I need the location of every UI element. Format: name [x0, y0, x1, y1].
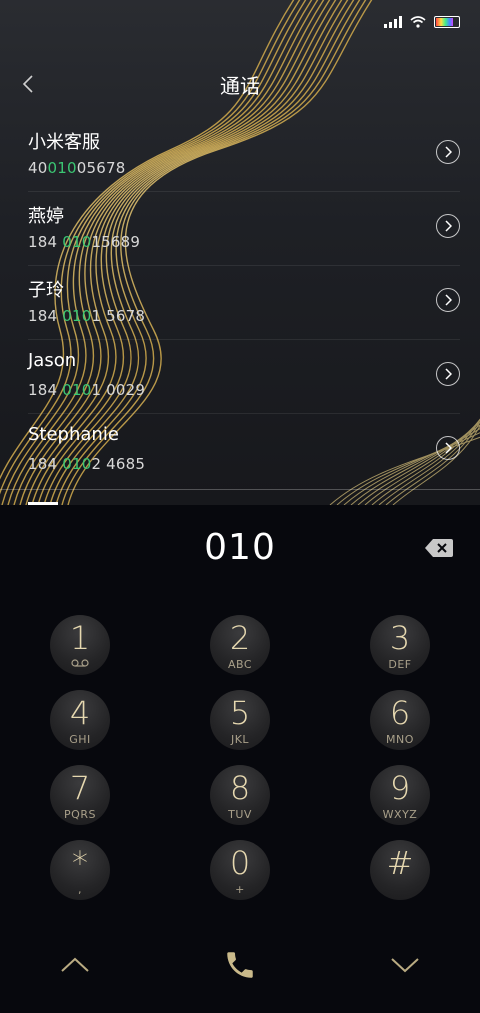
key-3[interactable]: 3 DEF: [370, 615, 430, 675]
key-9[interactable]: 9 WXYZ: [370, 765, 430, 825]
collapse-up-button[interactable]: [50, 945, 100, 985]
list-item[interactable]: 子玲 184 0101 5678: [28, 266, 460, 340]
list-item[interactable]: 燕婷 184 01015689: [28, 192, 460, 266]
contact-name: 燕婷: [28, 206, 64, 227]
status-bar: [0, 0, 480, 44]
key-hash[interactable]: #: [370, 840, 430, 900]
contact-name: Jason: [28, 350, 77, 371]
contact-name: 小米客服: [28, 132, 100, 153]
detail-button[interactable]: [436, 140, 460, 164]
wifi-icon: [410, 16, 426, 28]
chevron-down-icon: [391, 958, 419, 973]
key-6[interactable]: 6 MNO: [370, 690, 430, 750]
chevron-left-icon: [22, 75, 33, 93]
contact-number: 184 0101 5678: [28, 307, 146, 325]
call-log-panel: 通话 小米客服 4001005678 燕婷 184 01015689 子玲 18…: [0, 0, 480, 505]
chevron-right-circle-icon: [445, 294, 452, 306]
list-item-peek: [28, 492, 68, 505]
backspace-icon[interactable]: [424, 537, 454, 559]
collapse-down-button[interactable]: [380, 945, 430, 985]
dialer-panel: 010 1 2 ABC 3 DEF 4 GHI 5 JKL 6 MNO 7 PQ…: [0, 505, 480, 1013]
chevron-right-circle-icon: [445, 146, 452, 158]
contact-list: 小米客服 4001005678 燕婷 184 01015689 子玲 184 0…: [0, 118, 480, 487]
divider: [0, 489, 480, 490]
detail-button[interactable]: [436, 288, 460, 312]
battery-icon: [434, 16, 460, 28]
key-2[interactable]: 2 ABC: [210, 615, 270, 675]
chevron-right-circle-icon: [445, 442, 452, 454]
contact-number: 184 0102 4685: [28, 455, 146, 473]
contact-name: 子玲: [28, 280, 64, 301]
key-5[interactable]: 5 JKL: [210, 690, 270, 750]
contact-number: 4001005678: [28, 159, 126, 177]
key-7[interactable]: 7 PQRS: [50, 765, 110, 825]
key-0[interactable]: 0 +: [210, 840, 270, 900]
call-button[interactable]: [215, 945, 265, 985]
detail-button[interactable]: [436, 362, 460, 386]
key-1[interactable]: 1: [50, 615, 110, 675]
list-item[interactable]: Stephanie 184 0102 4685: [28, 414, 460, 487]
page-title: 通话: [220, 73, 260, 98]
contact-name: Stephanie: [28, 424, 119, 445]
list-item[interactable]: Jason 184 0101 0029: [28, 340, 460, 414]
dialed-number: 010: [204, 527, 276, 568]
detail-button[interactable]: [436, 436, 460, 460]
header: 通话: [0, 58, 480, 110]
back-button[interactable]: [8, 64, 48, 104]
key-star[interactable]: * ,: [50, 840, 110, 900]
detail-button[interactable]: [436, 214, 460, 238]
contact-number: 184 0101 0029: [28, 381, 146, 399]
key-4[interactable]: 4 GHI: [50, 690, 110, 750]
chevron-right-circle-icon: [445, 368, 452, 380]
chevron-up-icon: [61, 957, 89, 972]
list-item[interactable]: 小米客服 4001005678: [28, 118, 460, 192]
chevron-right-circle-icon: [445, 220, 452, 232]
contact-number: 184 01015689: [28, 233, 141, 251]
signal-icon: [384, 16, 402, 28]
voicemail-icon: [71, 659, 89, 667]
phone-icon: [227, 952, 253, 978]
key-8[interactable]: 8 TUV: [210, 765, 270, 825]
